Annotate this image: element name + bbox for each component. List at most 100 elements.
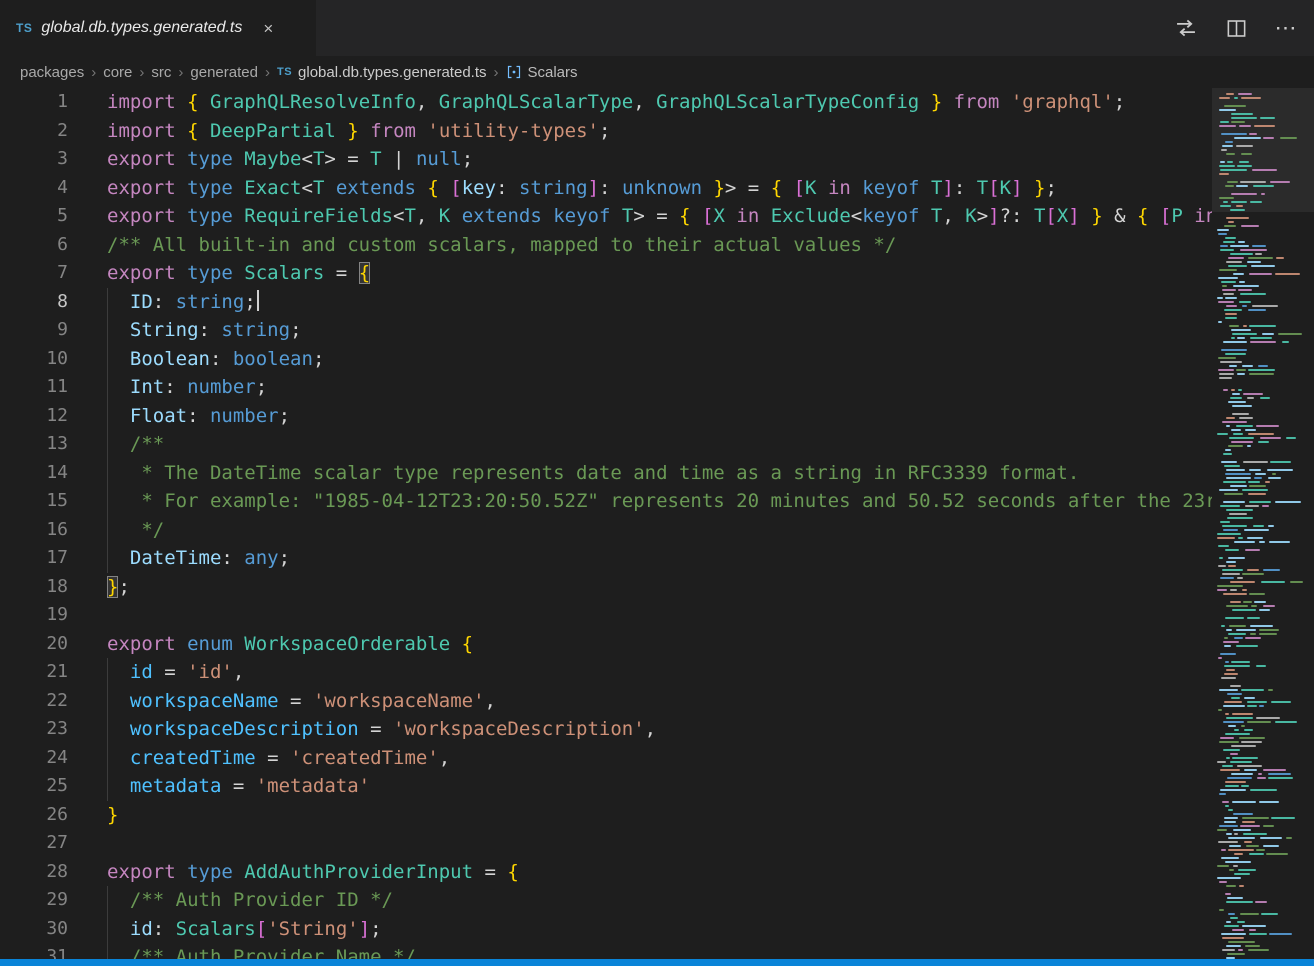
code-line[interactable]: */ bbox=[107, 516, 1212, 545]
code-line[interactable]: /** Auth Provider ID */ bbox=[107, 886, 1212, 915]
code-line[interactable]: * The DateTime scalar type represents da… bbox=[107, 459, 1212, 488]
code-token: */ bbox=[107, 519, 164, 541]
minimap-line bbox=[1217, 676, 1314, 679]
breadcrumb-item-packages[interactable]: packages bbox=[20, 64, 84, 81]
code-line[interactable]: metadata = 'metadata' bbox=[107, 772, 1212, 801]
code-line[interactable]: import { DeepPartial } from 'utility-typ… bbox=[107, 117, 1212, 146]
code-editor[interactable]: 1234567891011121314151617181920212223242… bbox=[0, 88, 1212, 959]
code-line[interactable]: /** Auth Provider Name */ bbox=[107, 943, 1212, 959]
minimap-token bbox=[1220, 361, 1242, 363]
line-number[interactable]: 28 bbox=[0, 858, 68, 887]
minimap-token bbox=[1231, 329, 1251, 331]
line-number[interactable]: 16 bbox=[0, 516, 68, 545]
code-line[interactable]: export type RequireFields<T, K extends k… bbox=[107, 202, 1212, 231]
line-number[interactable]: 27 bbox=[0, 829, 68, 858]
code-line[interactable]: String: string; bbox=[107, 316, 1212, 345]
breadcrumb: packages›core›src›generated› TS global.d… bbox=[0, 56, 1314, 88]
split-editor-icon[interactable] bbox=[1224, 16, 1248, 40]
code-line[interactable]: }; bbox=[107, 573, 1212, 602]
line-number[interactable]: 24 bbox=[0, 744, 68, 773]
line-number[interactable]: 17 bbox=[0, 544, 68, 573]
breadcrumb-item-src[interactable]: src bbox=[151, 64, 171, 81]
line-number[interactable]: 20 bbox=[0, 630, 68, 659]
breadcrumb-symbol[interactable]: Scalars bbox=[506, 64, 578, 81]
code-line[interactable]: id = 'id', bbox=[107, 658, 1212, 687]
code-line[interactable]: export type AddAuthProviderInput = { bbox=[107, 858, 1212, 887]
line-number[interactable]: 9 bbox=[0, 316, 68, 345]
line-number[interactable]: 15 bbox=[0, 487, 68, 516]
minimap[interactable] bbox=[1212, 88, 1314, 959]
line-number[interactable]: 4 bbox=[0, 174, 68, 203]
minimap-token bbox=[1223, 293, 1234, 295]
code-token: < bbox=[301, 148, 312, 170]
minimap-token bbox=[1259, 801, 1279, 803]
line-number[interactable]: 3 bbox=[0, 145, 68, 174]
code-line[interactable]: Int: number; bbox=[107, 373, 1212, 402]
code-line[interactable]: workspaceName = 'workspaceName', bbox=[107, 687, 1212, 716]
line-number[interactable]: 25 bbox=[0, 772, 68, 801]
line-number[interactable]: 2 bbox=[0, 117, 68, 146]
code-line[interactable]: export type Scalars = { bbox=[107, 259, 1212, 288]
more-actions-icon[interactable]: ⋯ bbox=[1274, 16, 1298, 40]
minimap-token bbox=[1223, 201, 1228, 203]
line-number[interactable]: 30 bbox=[0, 915, 68, 944]
code-line[interactable]: Float: number; bbox=[107, 402, 1212, 431]
line-number[interactable]: 18 bbox=[0, 573, 68, 602]
compare-changes-icon[interactable] bbox=[1174, 16, 1198, 40]
minimap-token bbox=[1251, 265, 1275, 267]
code-line[interactable]: /** bbox=[107, 430, 1212, 459]
line-number[interactable]: 12 bbox=[0, 402, 68, 431]
minimap-line bbox=[1217, 656, 1314, 659]
code-line[interactable]: id: Scalars['String']; bbox=[107, 915, 1212, 944]
line-number[interactable]: 29 bbox=[0, 886, 68, 915]
minimap-token bbox=[1260, 837, 1282, 839]
minimap-token bbox=[1219, 373, 1234, 375]
tab-close-icon[interactable]: × bbox=[263, 20, 273, 37]
line-number[interactable]: 23 bbox=[0, 715, 68, 744]
minimap-token bbox=[1223, 341, 1247, 343]
minimap-token bbox=[1219, 825, 1238, 827]
code-line[interactable]: export enum WorkspaceOrderable { bbox=[107, 630, 1212, 659]
minimap-token bbox=[1242, 573, 1264, 575]
code-lines[interactable]: import { GraphQLResolveInfo, GraphQLScal… bbox=[90, 88, 1212, 959]
line-number[interactable]: 13 bbox=[0, 430, 68, 459]
line-number[interactable]: 21 bbox=[0, 658, 68, 687]
line-number[interactable]: 14 bbox=[0, 459, 68, 488]
line-number[interactable]: 8 bbox=[0, 288, 68, 317]
code-line[interactable]: Boolean: boolean; bbox=[107, 345, 1212, 374]
code-line[interactable]: * For example: "1985-04-12T23:20:50.52Z"… bbox=[107, 487, 1212, 516]
indent-guide bbox=[107, 687, 108, 716]
code-line[interactable]: workspaceDescription = 'workspaceDescrip… bbox=[107, 715, 1212, 744]
code-line[interactable]: /** All built-in and custom scalars, map… bbox=[107, 231, 1212, 260]
code-line[interactable]: ID: string; bbox=[107, 288, 1212, 317]
line-number[interactable]: 5 bbox=[0, 202, 68, 231]
line-number[interactable]: 31 bbox=[0, 943, 68, 959]
line-number[interactable]: 6 bbox=[0, 231, 68, 260]
code-line[interactable] bbox=[107, 829, 1212, 858]
line-number[interactable]: 10 bbox=[0, 345, 68, 374]
minimap-line bbox=[1217, 452, 1314, 455]
breadcrumb-file[interactable]: TS global.db.types.generated.ts bbox=[277, 64, 487, 81]
minimap-token bbox=[1220, 505, 1240, 507]
minimap-token bbox=[1219, 557, 1223, 559]
code-token: * For example: "1985-04-12T23:20:50.52Z"… bbox=[107, 490, 1212, 512]
code-line[interactable]: export type Maybe<T> = T | null; bbox=[107, 145, 1212, 174]
breadcrumb-item-generated[interactable]: generated bbox=[190, 64, 258, 81]
line-number[interactable]: 11 bbox=[0, 373, 68, 402]
minimap-token bbox=[1259, 629, 1279, 631]
code-line[interactable]: export type Exact<T extends { [key: stri… bbox=[107, 174, 1212, 203]
line-number[interactable]: 26 bbox=[0, 801, 68, 830]
tab-global-db-types[interactable]: TS global.db.types.generated.ts × bbox=[0, 0, 316, 56]
code-line[interactable]: } bbox=[107, 801, 1212, 830]
code-line[interactable]: createdTime = 'createdTime', bbox=[107, 744, 1212, 773]
breadcrumb-item-core[interactable]: core bbox=[103, 64, 132, 81]
code-line[interactable] bbox=[107, 601, 1212, 630]
line-number[interactable]: 7 bbox=[0, 259, 68, 288]
code-line[interactable]: import { GraphQLResolveInfo, GraphQLScal… bbox=[107, 88, 1212, 117]
line-number[interactable]: 1 bbox=[0, 88, 68, 117]
minimap-token bbox=[1237, 921, 1245, 923]
code-token: number bbox=[187, 376, 256, 398]
line-number[interactable]: 19 bbox=[0, 601, 68, 630]
line-number[interactable]: 22 bbox=[0, 687, 68, 716]
code-line[interactable]: DateTime: any; bbox=[107, 544, 1212, 573]
